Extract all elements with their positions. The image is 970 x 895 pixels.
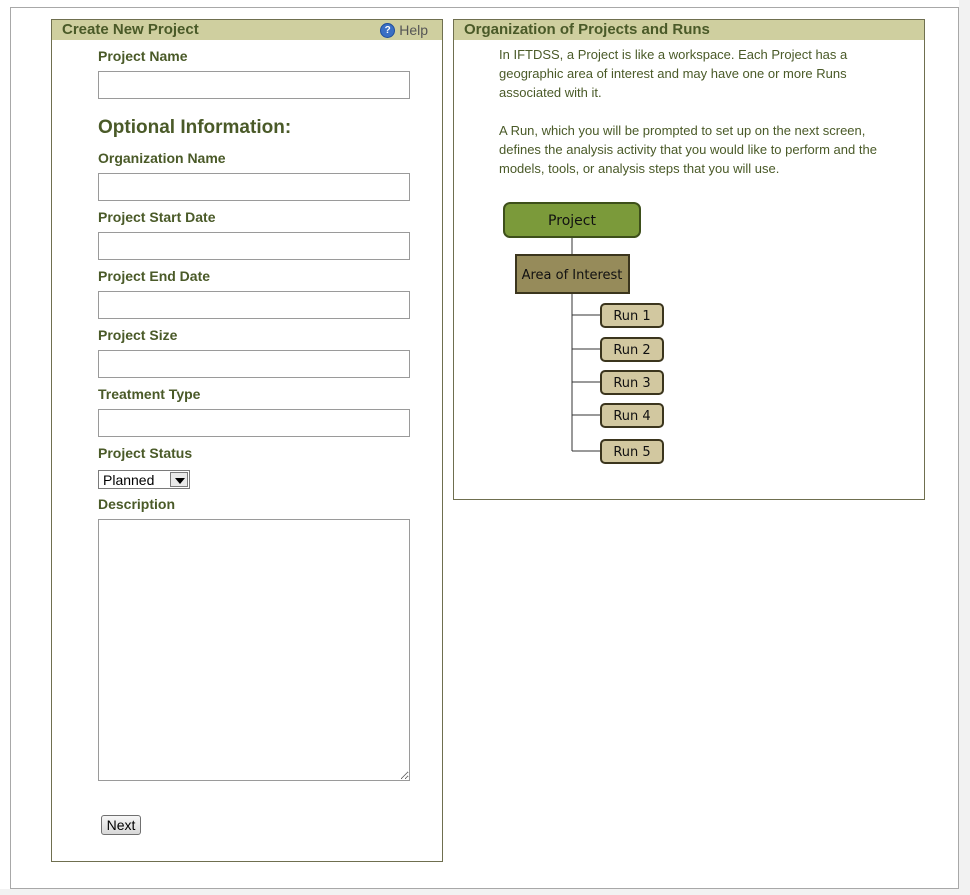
project-name-label: Project Name bbox=[98, 48, 188, 64]
organization-info-panel: Organization of Projects and Runs In IFT… bbox=[453, 19, 925, 500]
next-button[interactable]: Next bbox=[101, 815, 141, 835]
project-size-input[interactable] bbox=[98, 350, 410, 378]
optional-info-heading: Optional Information: bbox=[98, 117, 292, 138]
description-label: Description bbox=[98, 496, 176, 512]
organization-name-input[interactable] bbox=[98, 173, 410, 201]
chevron-down-icon[interactable] bbox=[170, 472, 188, 487]
run-label: Run 5 bbox=[613, 445, 650, 460]
create-project-header: Create New Project ? Help bbox=[52, 20, 442, 40]
treatment-type-label: Treatment Type bbox=[98, 386, 201, 402]
treatment-type-input[interactable] bbox=[98, 409, 410, 437]
run-label: Run 2 bbox=[613, 343, 650, 358]
run-label: Run 3 bbox=[613, 376, 650, 391]
end-date-input[interactable] bbox=[98, 291, 410, 319]
page-shade-bottom bbox=[0, 889, 970, 895]
run-label: Run 4 bbox=[613, 409, 650, 424]
help-link[interactable]: ? Help bbox=[380, 20, 428, 40]
description-textarea[interactable] bbox=[98, 519, 410, 781]
area-of-interest-label: Area of Interest bbox=[522, 268, 623, 283]
project-size-label: Project Size bbox=[98, 327, 178, 343]
create-project-title: Create New Project bbox=[62, 21, 199, 38]
organization-name-label: Organization Name bbox=[98, 150, 226, 166]
help-label: Help bbox=[399, 22, 428, 38]
project-run-diagram: Project Area of Interest Run 1 Run 2 Run… bbox=[503, 202, 664, 464]
project-box-label: Project bbox=[548, 213, 596, 229]
help-icon: ? bbox=[380, 22, 396, 38]
project-status-label: Project Status bbox=[98, 445, 193, 461]
project-name-input[interactable] bbox=[98, 71, 410, 99]
start-date-input[interactable] bbox=[98, 232, 410, 260]
create-project-panel: Create New Project ? Help Project Name O… bbox=[51, 19, 443, 862]
start-date-label: Project Start Date bbox=[98, 209, 216, 225]
end-date-label: Project End Date bbox=[98, 268, 211, 284]
content-frame: Create New Project ? Help Project Name O… bbox=[10, 7, 959, 889]
project-status-select[interactable]: Planned bbox=[98, 470, 190, 489]
project-status-value: Planned bbox=[103, 472, 155, 488]
run-label: Run 1 bbox=[613, 309, 650, 324]
page-shade-right bbox=[959, 0, 970, 895]
